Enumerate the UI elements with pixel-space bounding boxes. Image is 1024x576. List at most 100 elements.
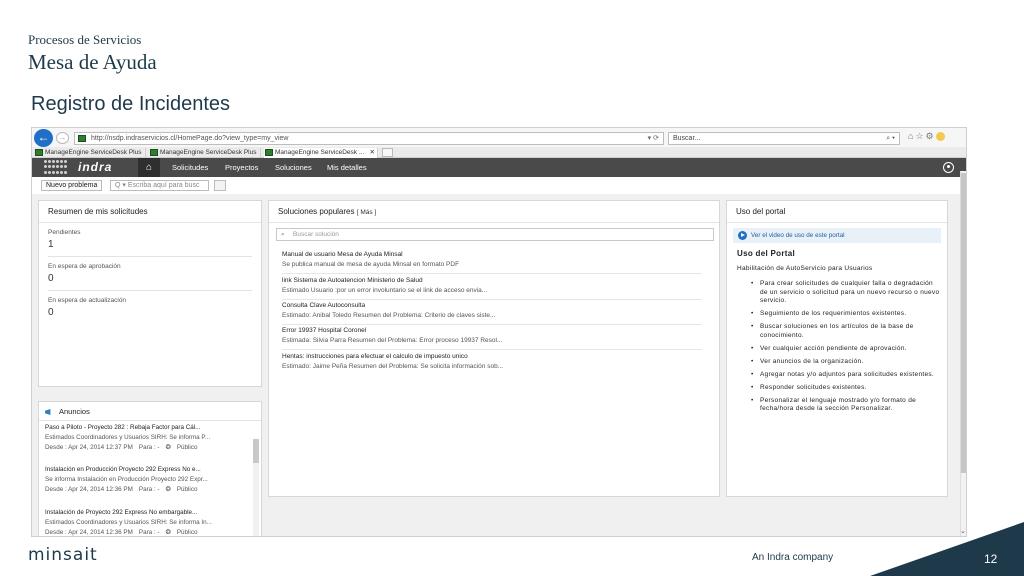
summary-count[interactable]: 0 [48, 273, 252, 284]
app-navbar: indra ⌂ Solicitudes Proyectos Soluciones… [32, 158, 966, 177]
browser-tab-1[interactable]: ManageEngine ServiceDesk Plus [34, 148, 146, 158]
announcement-title[interactable]: Paso a Piloto - Proyecto 282 : Rebaja Fa… [45, 423, 245, 433]
portal-feature-item: Personalizar el lenguaje mostrado y/o fo… [737, 397, 942, 414]
solution-desc: Estimado Usuario :por un error involunta… [282, 287, 488, 294]
advanced-search-icon[interactable] [214, 180, 226, 191]
summary-item-awaiting-update[interactable]: En espera de actualización 0 [48, 291, 252, 325]
popular-solutions-panel: Soluciones populares [ Más ] ⌕ Buscar so… [268, 200, 720, 497]
app-search-input[interactable]: Q ▾ Escriba aquí para busc [110, 180, 209, 191]
solution-desc: Estimada: Silvia Parra Resumen del Probl… [282, 337, 503, 344]
announcements-scrollbar[interactable] [253, 439, 259, 536]
address-bar-row: ← → http://nsdp.indraservicios.cl/HomePa… [32, 128, 966, 147]
solution-title[interactable]: Manual de usuario Mesa de Ayuda Minsal [282, 250, 702, 260]
portal-intro: Habilitación de AutoServicio para Usuari… [737, 265, 873, 272]
portal-heading: Uso del Portal [737, 249, 795, 258]
scrollbar-thumb[interactable] [961, 173, 966, 473]
url-input[interactable]: http://nsdp.indraservicios.cl/HomePage.d… [74, 132, 664, 145]
favorites-star-icon[interactable]: ☆ [915, 131, 925, 141]
video-link-text[interactable]: Ver el video de uso de este portal [751, 232, 844, 239]
tab-label: ManageEngine ServiceDesk Plus [45, 149, 142, 156]
summary-count[interactable]: 0 [48, 307, 252, 318]
browser-window: ← → http://nsdp.indraservicios.cl/HomePa… [31, 127, 967, 537]
portal-feature-item: Seguimiento de los requerimientos existe… [737, 310, 942, 319]
solutions-search-placeholder: Buscar solución [293, 231, 339, 238]
new-tab-button[interactable] [382, 148, 393, 157]
summary-panel: Resumen de mis solicitudes Pendientes 1 … [38, 200, 262, 387]
browser-search-placeholder: Buscar... [673, 135, 701, 142]
url-text: http://nsdp.indraservicios.cl/HomePage.d… [91, 135, 289, 142]
page-scrollbar[interactable]: ⌄ [960, 171, 966, 536]
solution-title[interactable]: Consulta Clave Autoconsulta [282, 301, 702, 311]
dashboard-content: Resumen de mis solicitudes Pendientes 1 … [32, 194, 962, 536]
tab-label: ManageEngine ServiceDesk ... [275, 149, 365, 156]
announcement-item[interactable]: Instalación de Proyecto 292 Express No e… [45, 508, 245, 536]
settings-gear-icon[interactable]: ⚙ [926, 131, 936, 141]
solutions-panel-title: Soluciones populares [ Más ] [269, 201, 719, 223]
browser-search-input[interactable]: Buscar... ⌕ ▾ [668, 132, 900, 145]
nav-proyectos[interactable]: Proyectos [225, 158, 258, 177]
slide-subtitle: Mesa de Ayuda [28, 50, 157, 74]
solution-title[interactable]: Hentas: instrucciones para efectuar el c… [282, 352, 702, 362]
back-arrow-icon[interactable]: ← [34, 129, 53, 147]
solution-item[interactable]: Error 19937 Hospital Coronel Estimada: S… [282, 326, 702, 350]
portal-feature-item: Ver cualquier acción pendiente de aprova… [737, 345, 942, 354]
footer-company-text: An Indra company [752, 552, 834, 563]
portal-feature-item: Responder solicitudes existentes. [737, 384, 942, 393]
summary-item-awaiting-approval[interactable]: En espera de aprobación 0 [48, 257, 252, 291]
nav-home-icon[interactable]: ⌂ [138, 158, 160, 177]
announcement-desc: Estimados Coordinadores y Usuarios SIRH:… [45, 434, 211, 441]
announcement-visibility: Público [176, 444, 198, 451]
solution-item[interactable]: link Sistema de Autoatencion Ministerio … [282, 276, 702, 300]
user-profile-icon[interactable] [943, 162, 954, 173]
tab-label: ManageEngine ServiceDesk Plus [160, 149, 257, 156]
play-icon [738, 231, 747, 240]
nav-solicitudes[interactable]: Solicitudes [172, 158, 208, 177]
app-toolbar: Nuevo problema Q ▾ Escriba aquí para bus… [32, 177, 966, 194]
solution-item[interactable]: Consulta Clave Autoconsulta Estimado: An… [282, 301, 702, 325]
browser-tab-strip: ManageEngine ServiceDesk Plus ManageEngi… [32, 147, 966, 158]
summary-panel-title: Resumen de mis solicitudes [39, 201, 261, 223]
announcement-desc: Se informa Instalación en Producción Pro… [45, 476, 208, 483]
announcement-meta: Desde : Apr 24, 2014 12:36 PM Para : - ❂ Pú… [45, 485, 245, 495]
announcement-item[interactable]: Paso a Piloto - Proyecto 282 : Rebaja Fa… [45, 423, 245, 453]
slide-kicker: Procesos de Servicios [28, 32, 142, 47]
announcement-date: Desde : Apr 24, 2014 12:36 PM [45, 529, 133, 536]
browser-toolbar-icons: ⌂☆⚙ [908, 131, 945, 142]
announcements-title: Anuncios [39, 402, 261, 421]
forward-arrow-icon[interactable]: → [56, 132, 69, 144]
search-icon[interactable]: ⌕ ▾ [886, 133, 895, 144]
solution-title[interactable]: link Sistema de Autoatencion Ministerio … [282, 276, 702, 286]
globe-icon: ❂ [165, 486, 171, 493]
tab-close-icon[interactable]: ✕ [370, 148, 375, 157]
announcement-visibility: Público [176, 529, 198, 536]
announcement-item[interactable]: Instalación en Producción Proyecto 292 E… [45, 465, 245, 495]
announcement-title[interactable]: Instalación de Proyecto 292 Express No e… [45, 508, 245, 518]
summary-count[interactable]: 1 [48, 239, 252, 250]
browser-tab-3-active[interactable]: ManageEngine ServiceDesk ... ✕ [264, 148, 378, 158]
portal-video-link[interactable]: Ver el video de uso de este portal [733, 228, 941, 243]
nav-soluciones[interactable]: Soluciones [275, 158, 312, 177]
solution-desc: Estimado: Anibal Toledo Resumen del Prob… [282, 312, 496, 319]
page-number: 12 [984, 552, 998, 566]
browser-tab-2[interactable]: ManageEngine ServiceDesk Plus [149, 148, 261, 158]
solution-title[interactable]: Error 19937 Hospital Coronel [282, 326, 702, 336]
scroll-down-icon[interactable]: ⌄ [960, 527, 966, 535]
announcement-title[interactable]: Instalación en Producción Proyecto 292 E… [45, 465, 245, 475]
portal-feature-item: Para crear solicitudes de cualquier fall… [737, 280, 942, 306]
nav-mis-detalles[interactable]: Mis detalles [327, 158, 367, 177]
solution-item[interactable]: Manual de usuario Mesa de Ayuda Minsal S… [282, 250, 702, 274]
summary-item-pending[interactable]: Pendientes 1 [48, 223, 252, 257]
announcement-meta: Desde : Apr 24, 2014 12:37 PM Para : - ❂ Pú… [45, 443, 245, 453]
solution-item[interactable]: Hentas: instrucciones para efectuar el c… [282, 352, 702, 376]
logo-text: indra [78, 160, 113, 174]
tab-favicon-icon [35, 149, 43, 156]
feedback-smiley-icon[interactable] [935, 132, 945, 142]
url-refresh-icon[interactable]: ▾ ⟳ [648, 133, 659, 144]
tab-favicon-icon [150, 149, 158, 156]
globe-logo-icon [42, 159, 70, 176]
new-problem-button[interactable]: Nuevo problema [41, 180, 103, 191]
solutions-search-input[interactable]: ⌕ Buscar solución [276, 228, 714, 241]
announcement-desc: Estimados Coordinadores y Usuarios SIRH:… [45, 519, 212, 526]
solutions-more-link[interactable]: [ Más ] [357, 209, 377, 216]
globe-icon: ❂ [165, 444, 171, 451]
